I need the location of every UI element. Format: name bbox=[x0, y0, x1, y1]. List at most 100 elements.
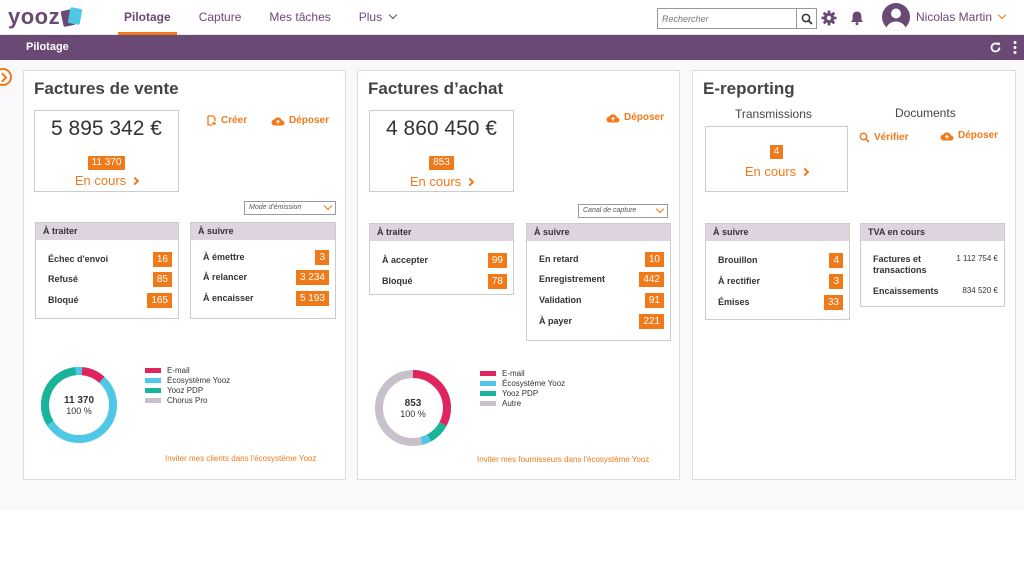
search-box bbox=[657, 8, 817, 29]
invite-fournisseurs-link[interactable]: Inviter mes fournisseurs dans l'écosystè… bbox=[477, 455, 649, 464]
nav-capture[interactable]: Capture bbox=[185, 0, 256, 35]
list-item[interactable]: À relancer 3 234 bbox=[203, 270, 329, 286]
achat-a-suivre-box: À suivre En retard 10 Enregistrement 442 V… bbox=[526, 223, 671, 341]
list-item[interactable]: Échec d'envoi 16 bbox=[48, 252, 172, 268]
chevron-right-icon bbox=[800, 167, 810, 177]
donut-center: 853 100 % bbox=[400, 397, 426, 419]
list-item[interactable]: À payer 221 bbox=[539, 314, 664, 330]
vente-kpi-card[interactable]: 5 895 342 € 11 370 En cours bbox=[34, 110, 179, 192]
create-button[interactable]: Créer bbox=[206, 115, 247, 126]
more-vertical-icon[interactable] bbox=[1012, 40, 1018, 55]
panel-factures-vente: Factures de vente 5 895 342 € 11 370 En … bbox=[23, 70, 346, 480]
search-button[interactable] bbox=[796, 9, 816, 28]
nav-mes-taches[interactable]: Mes tâches bbox=[255, 0, 344, 35]
legend-item: Écosystème Yooz bbox=[145, 375, 230, 385]
vente-legend: E-mail Écosystème Yooz Yooz PDP Chorus P… bbox=[145, 365, 230, 405]
mode-emission-select[interactable]: Mode d'émission bbox=[244, 201, 336, 215]
create-doc-icon bbox=[207, 115, 216, 126]
achat-donut-chart[interactable]: 853 100 % bbox=[373, 368, 453, 448]
list-item[interactable]: Factures et transactions 1 112 754 € bbox=[873, 252, 998, 276]
refresh-icon[interactable] bbox=[989, 41, 1002, 54]
yooz-logo[interactable]: yooz bbox=[8, 4, 83, 30]
chevron-right-icon bbox=[130, 176, 140, 186]
cloud-upload-icon bbox=[606, 113, 620, 122]
chevron-down-icon bbox=[998, 10, 1007, 20]
vente-deposit-button[interactable]: Déposer bbox=[271, 115, 329, 126]
gear-icon[interactable] bbox=[820, 9, 838, 27]
cloud-upload-icon bbox=[940, 131, 954, 140]
list-item[interactable]: Validation 91 bbox=[539, 293, 664, 309]
invite-clients-link[interactable]: Inviter mes clients dans l'écosystème Yo… bbox=[165, 454, 316, 463]
chevron-right-icon bbox=[465, 177, 475, 187]
vente-donut-chart[interactable]: 11 370 100 % bbox=[39, 365, 119, 445]
avatar[interactable] bbox=[882, 3, 910, 31]
list-item[interactable]: À émettre 3 bbox=[203, 250, 329, 266]
search-icon bbox=[801, 13, 813, 25]
list-item[interactable]: Enregistrement 442 bbox=[539, 272, 664, 288]
vente-a-suivre-box: À suivre À émettre 3 À relancer 3 234 À en… bbox=[190, 222, 336, 319]
achat-amount: 4 860 450 € bbox=[386, 117, 497, 140]
transmissions-heading: Transmissions bbox=[735, 107, 812, 121]
list-item[interactable]: Émises 33 bbox=[718, 295, 843, 311]
bell-icon[interactable] bbox=[848, 9, 866, 27]
legend-item: E-mail bbox=[145, 365, 230, 375]
page-header-bar: Pilotage bbox=[0, 35, 1024, 60]
legend-item: E-mail bbox=[480, 368, 565, 378]
box-heading: À suivre bbox=[706, 224, 849, 241]
panel-title: E-reporting bbox=[703, 79, 795, 98]
user-name: Nicolas Martin bbox=[916, 10, 993, 24]
vente-amount: 5 895 342 € bbox=[51, 117, 162, 140]
transmissions-kpi-card[interactable]: 4 En cours bbox=[705, 126, 848, 192]
achat-en-cours-link[interactable]: En cours bbox=[370, 174, 513, 189]
box-heading: TVA en cours bbox=[861, 224, 1004, 241]
tva-en-cours-box: TVA en cours Factures et transactions 1 1… bbox=[860, 223, 1005, 307]
list-item[interactable]: En retard 10 bbox=[539, 252, 664, 268]
transmissions-en-cours-link[interactable]: En cours bbox=[706, 164, 847, 179]
box-heading: À traiter bbox=[36, 223, 178, 240]
cloud-upload-icon bbox=[271, 116, 285, 125]
legend-item: Yooz PDP bbox=[145, 385, 230, 395]
vente-count-badge: 11 370 bbox=[87, 156, 126, 170]
box-heading: À suivre bbox=[191, 223, 335, 240]
nav-pilotage[interactable]: Pilotage bbox=[110, 0, 185, 35]
box-heading: À traiter bbox=[370, 224, 513, 241]
achat-legend: E-mail Écosystème Yooz Yooz PDP Autre bbox=[480, 368, 565, 408]
achat-a-traiter-box: À traiter À accepter 99 Bloqué 78 bbox=[369, 223, 514, 295]
vente-en-cours-link[interactable]: En cours bbox=[35, 173, 178, 188]
page-title: Pilotage bbox=[26, 41, 69, 53]
ereporting-a-suivre-box: À suivre Brouillon 4 À rectifier 3 Émises 3… bbox=[705, 223, 850, 320]
logo-cards-icon bbox=[60, 6, 83, 28]
list-item[interactable]: À encaisser 5 193 bbox=[203, 291, 329, 307]
list-item[interactable]: Bloqué 165 bbox=[48, 293, 172, 309]
list-item[interactable]: À accepter 99 bbox=[382, 253, 507, 269]
search-input[interactable] bbox=[658, 9, 796, 28]
achat-deposit-button[interactable]: Déposer bbox=[606, 112, 664, 123]
top-bar: yooz Pilotage Capture Mes tâches Plus Ni… bbox=[0, 0, 1024, 35]
donut-center: 11 370 100 % bbox=[63, 394, 95, 416]
search-icon bbox=[859, 132, 870, 143]
canal-capture-select[interactable]: Canal de capture bbox=[578, 204, 668, 218]
user-menu[interactable]: Nicolas Martin bbox=[916, 10, 1007, 24]
legend-item: Chorus Pro bbox=[145, 395, 230, 405]
documents-heading: Documents bbox=[895, 106, 956, 120]
list-item[interactable]: À rectifier 3 bbox=[718, 274, 843, 290]
main-nav: Pilotage Capture Mes tâches Plus bbox=[110, 0, 410, 35]
documents-deposit-button[interactable]: Déposer bbox=[940, 130, 998, 141]
transmissions-count-badge: 4 bbox=[769, 145, 784, 159]
verify-button[interactable]: Vérifier bbox=[859, 132, 908, 143]
vente-a-traiter-box: À traiter Échec d'envoi 16 Refusé 85 Bloqu… bbox=[35, 222, 179, 319]
list-item[interactable]: Brouillon 4 bbox=[718, 253, 843, 269]
achat-kpi-card[interactable]: 4 860 450 € 853 En cours bbox=[369, 110, 514, 192]
panel-e-reporting: E-reporting Transmissions Documents 4 En… bbox=[692, 70, 1016, 480]
legend-item: Écosystème Yooz bbox=[480, 378, 565, 388]
legend-item: Autre bbox=[480, 398, 565, 408]
panel-title: Factures d’achat bbox=[368, 79, 504, 98]
box-heading: À suivre bbox=[527, 224, 670, 241]
panel-factures-achat: Factures d’achat 4 860 450 € 853 En cour… bbox=[357, 70, 680, 480]
list-item[interactable]: Encaissements 834 520 € bbox=[873, 284, 998, 300]
achat-count-badge: 853 bbox=[429, 156, 454, 170]
legend-item: Yooz PDP bbox=[480, 388, 565, 398]
nav-plus[interactable]: Plus bbox=[345, 0, 410, 35]
list-item[interactable]: Bloqué 78 bbox=[382, 274, 507, 290]
list-item[interactable]: Refusé 85 bbox=[48, 272, 172, 288]
